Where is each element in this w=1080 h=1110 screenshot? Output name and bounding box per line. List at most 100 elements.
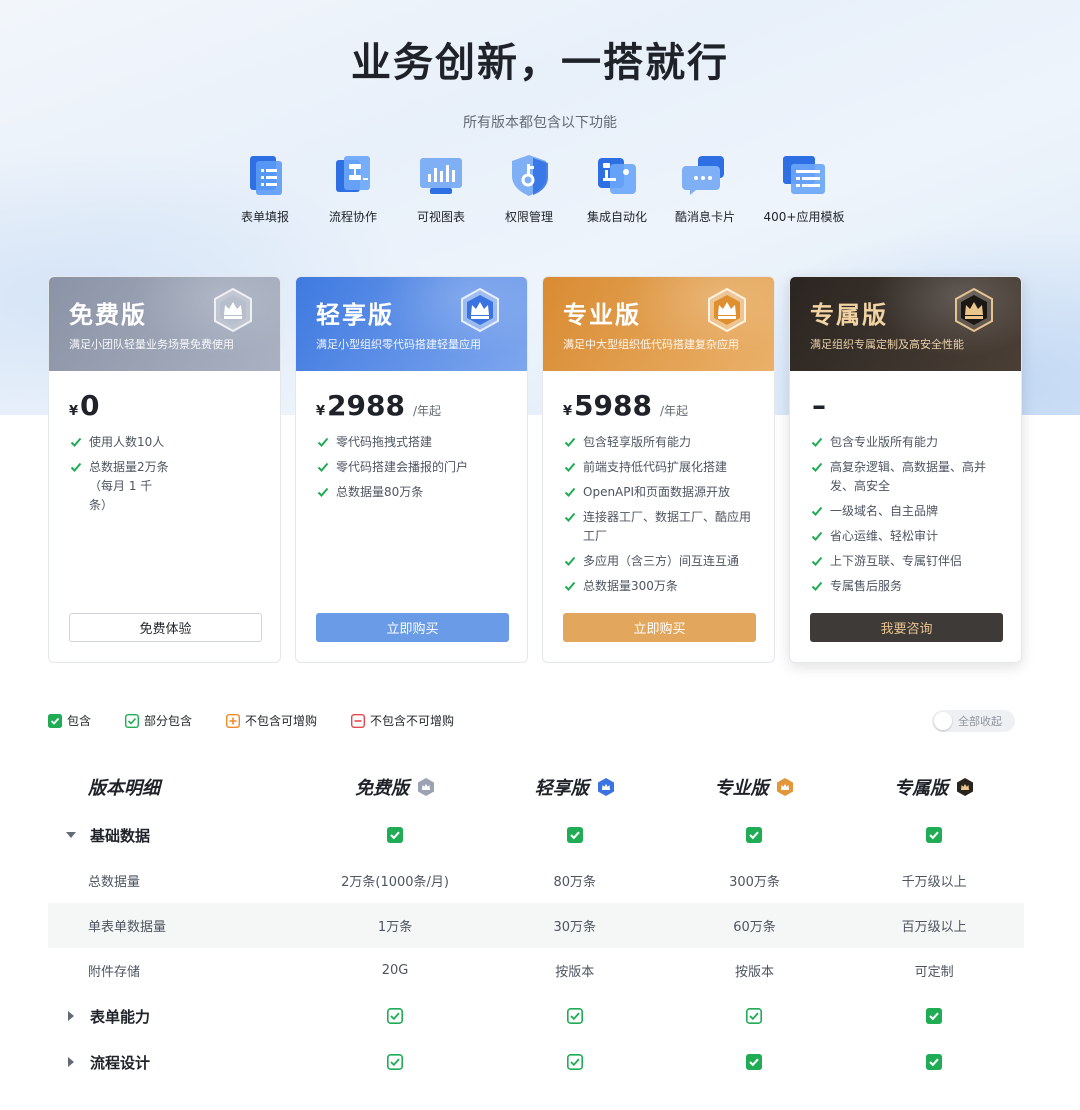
template-icon — [783, 156, 825, 194]
plan-feature: 前端支持低代码扩展化搭建 — [563, 458, 754, 477]
partial-check-icon — [125, 713, 140, 728]
plan-price: ¥ 5988 /年起 — [543, 371, 774, 433]
plan-price: ¥ 2988 /年起 — [296, 371, 527, 433]
plan-feature: 总数据量80万条 — [316, 483, 507, 502]
price-currency: ¥ — [563, 404, 573, 419]
check-icon — [70, 437, 82, 447]
feature-label: 集成自动化 — [586, 210, 647, 224]
plan-feature: 上下游互联、专属钉伴侣 — [810, 552, 1001, 571]
feature-label: 流程协作 — [328, 210, 377, 224]
plan-feature: 总数据量300万条 — [563, 577, 754, 596]
feature-message-card: 酷消息卡片 — [661, 152, 749, 225]
comparison-table: 版本明细 免费版 轻享版 专业版 专属版 基础数据 总数据量 2万条(1000条… — [48, 762, 1024, 1085]
check-icon — [811, 506, 823, 516]
pricing-cards: 免费版 满足小团队轻量业务场景免费使用 ¥ 0 使用人数10人 总数据量2万条（… — [48, 276, 1022, 663]
partial-check-icon — [386, 1054, 403, 1070]
check-icon — [811, 556, 823, 566]
plan-feature-list: 使用人数10人 总数据量2万条（每月 1 千条） — [49, 433, 280, 515]
table-section-form[interactable]: 表单能力 — [48, 993, 1024, 1039]
plan-card-pro: 专业版 满足中大型组织低代码搭建复杂应用 ¥ 5988 /年起 包含轻享版所有能… — [542, 276, 775, 663]
included-check-icon — [926, 827, 943, 843]
plan-feature: 总数据量2万条（每月 1 千条） — [69, 458, 260, 515]
plan-price: – — [790, 371, 1021, 433]
plan-feature-list: 包含轻享版所有能力 前端支持低代码扩展化搭建 OpenAPI和页面数据源开放 连… — [543, 433, 774, 596]
collapse-all-toggle[interactable]: 全部收起 — [932, 710, 1015, 732]
price-unit: /年起 — [659, 404, 689, 418]
crown-badge-icon — [708, 287, 746, 333]
feature-label: 权限管理 — [504, 210, 553, 224]
check-icon — [564, 437, 576, 447]
plus-box-icon — [226, 713, 241, 728]
crown-badge-icon — [957, 778, 974, 796]
page-subtitle: 所有版本都包含以下功能 — [463, 115, 617, 131]
section-title: 表单能力 — [90, 1007, 151, 1026]
toggle-knob — [934, 712, 952, 730]
check-icon — [811, 581, 823, 591]
caret-right-icon[interactable] — [66, 1011, 76, 1021]
feature-list: 表单填报 流程协作 可视图表 权限管理 集成自动化 酷消息卡片 400+应用模板 — [0, 152, 1080, 225]
form-icon — [250, 156, 282, 195]
feature-form: 表单填报 — [221, 152, 309, 225]
plan-header: 专属版 满足组织专属定制及高安全性能 — [790, 277, 1021, 371]
caret-down-icon[interactable] — [66, 830, 76, 840]
crown-badge-icon — [955, 287, 993, 333]
plan-feature: 零代码搭建会播报的门户 — [316, 458, 507, 477]
toggle-label: 全部收起 — [958, 715, 1002, 728]
plan-feature: 一级域名、自主品牌 — [810, 502, 1001, 521]
plan-description: 满足中大型组织低代码搭建复杂应用 — [563, 338, 739, 351]
crown-badge-icon — [418, 778, 435, 796]
included-check-icon — [566, 827, 583, 843]
check-icon — [564, 487, 576, 497]
price-amount: – — [812, 389, 826, 422]
partial-check-icon — [566, 1008, 583, 1024]
table-section-workflow[interactable]: 流程设计 — [48, 1039, 1024, 1085]
chart-icon — [420, 158, 462, 194]
page-title: 业务创新，一搭就行 — [351, 40, 729, 86]
legend: 包含 部分包含 不包含可增购 不包含不可增购 — [48, 712, 488, 729]
consult-button[interactable]: 我要咨询 — [810, 613, 1003, 642]
plan-card-exclusive: 专属版 满足组织专属定制及高安全性能 – 包含专业版所有能力 高复杂逻辑、高数据… — [789, 276, 1022, 663]
included-check-icon — [746, 1054, 763, 1070]
check-icon — [317, 462, 329, 472]
price-currency: ¥ — [69, 404, 79, 419]
buy-now-button[interactable]: 立即购买 — [563, 613, 756, 642]
message-card-icon — [682, 156, 724, 195]
free-trial-button[interactable]: 免费体验 — [69, 613, 262, 642]
plan-description: 满足小团队轻量业务场景免费使用 — [69, 338, 234, 351]
check-icon — [317, 487, 329, 497]
plan-feature: 专属售后服务 — [810, 577, 1001, 596]
table-row: 附件存储 20G 按版本 按版本 可定制 — [88, 963, 954, 980]
check-icon — [564, 512, 576, 522]
feature-integration: 集成自动化 — [573, 152, 661, 225]
plan-price: ¥ 0 — [49, 371, 280, 433]
feature-permission: 权限管理 — [485, 152, 573, 225]
buy-now-button[interactable]: 立即购买 — [316, 613, 509, 642]
feature-label: 酷消息卡片 — [674, 210, 735, 224]
permission-shield-icon — [512, 155, 548, 196]
plan-feature: 连接器工厂、数据工厂、酷应用工厂 — [563, 508, 754, 546]
check-icon — [564, 462, 576, 472]
caret-right-icon[interactable] — [66, 1057, 76, 1067]
price-amount: 2988 — [327, 389, 405, 422]
plan-header: 免费版 满足小团队轻量业务场景免费使用 — [49, 277, 280, 371]
legend-unavailable: 不包含不可增购 — [351, 712, 454, 729]
included-check-icon — [926, 1008, 943, 1024]
table-row: 总数据量 2万条(1000条/月) 80万条 300万条 千万级以上 — [88, 875, 967, 890]
check-icon — [811, 531, 823, 541]
section-title: 流程设计 — [90, 1053, 151, 1072]
price-currency: ¥ — [316, 404, 326, 419]
feature-label: 表单填报 — [240, 210, 289, 224]
column-header-exclusive: 专属版 — [844, 774, 1024, 800]
included-check-icon — [48, 713, 62, 728]
price-amount: 0 — [80, 389, 100, 422]
check-icon — [564, 556, 576, 566]
legend-partial: 部分包含 — [125, 712, 192, 729]
table-section-basic-data[interactable]: 基础数据 — [48, 812, 1024, 858]
plan-feature-list: 零代码拖拽式搭建 零代码搭建会播报的门户 总数据量80万条 — [296, 433, 527, 502]
feature-workflow: 流程协作 — [309, 152, 397, 225]
check-icon — [564, 581, 576, 591]
plan-feature: 高复杂逻辑、高数据量、高并发、高安全 — [810, 458, 1001, 496]
legend-included: 包含 — [48, 712, 91, 729]
table-header-title: 版本明细 — [88, 778, 160, 799]
column-header-light: 轻享版 — [485, 774, 665, 800]
